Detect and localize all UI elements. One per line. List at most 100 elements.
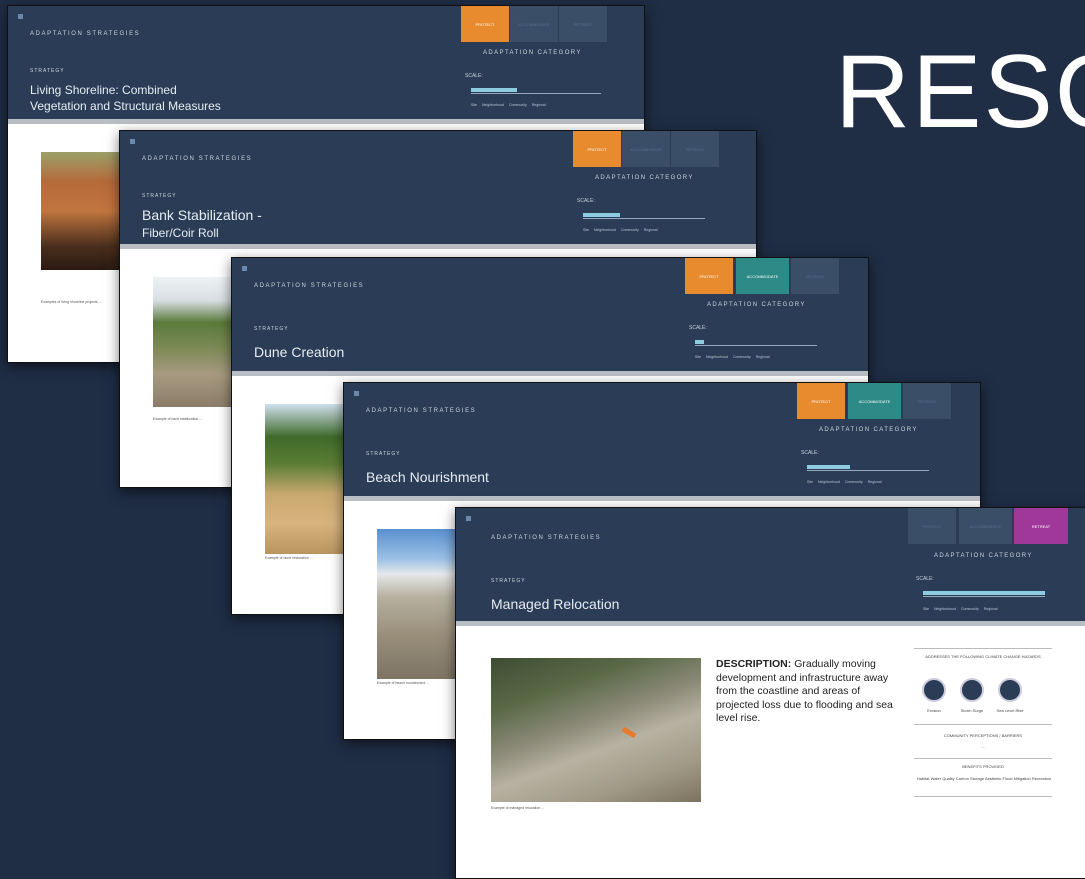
hazard-storm-surge-label: Storm Surge — [960, 708, 984, 713]
community-text: ... — [981, 744, 985, 749]
tab-retreat[interactable]: RETREAT — [903, 383, 951, 419]
tab-protect[interactable]: PROTECT — [797, 383, 845, 419]
strategy-name: Dune Creation — [254, 344, 345, 360]
tab-retreat[interactable]: RETREAT — [1014, 508, 1068, 544]
tab-accommodate[interactable]: ACCOMMODATE — [622, 131, 670, 167]
tab-accommodate[interactable]: ACCOMMODATE — [848, 383, 901, 419]
benefits-list: Habitat Water Quality Carbon Storage Aes… — [916, 776, 1052, 781]
scale-track — [807, 470, 929, 471]
tab-retreat[interactable]: RETREAT — [791, 258, 839, 294]
pin-icon — [130, 139, 135, 144]
strategy-name: Managed Relocation — [491, 596, 620, 612]
strip-label: ADAPTATION STRATEGIES — [254, 283, 365, 289]
strategy-name: Beach Nourishment — [366, 469, 489, 485]
strategy-label: STRATEGY — [142, 193, 177, 199]
scale-label: SCALE: — [916, 576, 934, 582]
addresses-heading: ADDRESSES THE FOLLOWING CLIMATE CHANGE H… — [925, 654, 1041, 659]
sea-level-rise-icon — [998, 678, 1022, 702]
category-label: ADAPTATION CATEGORY — [934, 553, 1033, 559]
scale-fill — [695, 340, 704, 344]
hazard-sea-level-rise-label: Sea Level Rise — [996, 708, 1024, 713]
card-header: ADAPTATION STRATEGIES STRATEGY Dune Crea… — [232, 258, 868, 371]
separator — [456, 621, 1085, 626]
separator — [120, 244, 756, 249]
strategy-name: Living Shoreline: Combined — [30, 83, 177, 97]
photo-caption: Example of bank stabilization ... — [153, 417, 203, 421]
category-label: ADAPTATION CATEGORY — [483, 50, 582, 56]
pin-icon — [466, 516, 471, 521]
hazard-erosion-label: Erosion — [927, 708, 941, 713]
scale-label: SCALE: — [577, 198, 595, 204]
photo-caption: Example of managed relocation ... — [491, 806, 545, 810]
strategy-name-line2: Fiber/Coir Roll — [142, 226, 219, 240]
community-heading: COMMUNITY PERCEPTIONS / BARRIERS — [943, 733, 1023, 738]
strategy-label: STRATEGY — [491, 578, 526, 584]
scale-ticks: Site Neighborhood Community Regional — [923, 607, 998, 611]
scale-track — [695, 345, 817, 346]
pin-icon — [242, 266, 247, 271]
scale-fill — [583, 213, 620, 217]
tab-accommodate[interactable]: ACCOMMODATE — [959, 508, 1012, 544]
tab-protect[interactable]: PROTECT — [908, 508, 956, 544]
tab-protect[interactable]: PROTECT — [685, 258, 733, 294]
tab-retreat[interactable]: RETREAT — [671, 131, 719, 167]
scale-label: SCALE: — [689, 325, 707, 331]
category-label: ADAPTATION CATEGORY — [819, 427, 918, 433]
card-header: ADAPTATION STRATEGIES STRATEGY Living Sh… — [8, 6, 644, 119]
card-header: ADAPTATION STRATEGIES STRATEGY Managed R… — [456, 508, 1085, 621]
arrow-marker — [621, 726, 637, 739]
photo-caption: Examples of living shoreline projects ..… — [41, 300, 102, 304]
scale-ticks: Site Neighborhood Community Regional — [471, 103, 546, 107]
scale-track — [583, 218, 705, 219]
tab-accommodate[interactable]: ACCOMMODATE — [736, 258, 789, 294]
scale-track — [923, 596, 1045, 597]
scale-fill — [923, 591, 1045, 595]
card-header: ADAPTATION STRATEGIES STRATEGY Beach Nou… — [344, 383, 980, 496]
category-label: ADAPTATION CATEGORY — [707, 302, 806, 308]
separator — [232, 371, 868, 376]
benefits-heading: BENEFITS PROVIDED — [962, 764, 1004, 769]
photo-caption: Example of dune restoration ... — [265, 556, 313, 560]
pin-icon — [18, 14, 23, 19]
tab-protect[interactable]: PROTECT — [461, 6, 509, 42]
category-label: ADAPTATION CATEGORY — [595, 175, 694, 181]
erosion-icon — [922, 678, 946, 702]
description-label: DESCRIPTION: — [716, 658, 792, 670]
panel-rule — [914, 724, 1052, 725]
scale-fill — [807, 465, 850, 469]
strategy-photo — [491, 658, 701, 802]
separator — [8, 119, 644, 124]
strip-label: ADAPTATION STRATEGIES — [30, 31, 141, 37]
strategy-label: STRATEGY — [366, 451, 401, 457]
pin-icon — [354, 391, 359, 396]
panel-rule — [914, 796, 1052, 797]
strategy-photo — [265, 404, 345, 554]
strip-label: ADAPTATION STRATEGIES — [366, 408, 477, 414]
separator — [344, 496, 980, 501]
description-block: DESCRIPTION: Gradually moving developmen… — [716, 658, 906, 726]
strip-label: ADAPTATION STRATEGIES — [491, 535, 602, 541]
strip-label: ADAPTATION STRATEGIES — [142, 156, 253, 162]
scale-ticks: Site Neighborhood Community Regional — [583, 228, 658, 232]
strategy-label: STRATEGY — [30, 68, 65, 74]
tab-protect[interactable]: PROTECT — [573, 131, 621, 167]
scale-label: SCALE: — [801, 450, 819, 456]
scale-ticks: Site Neighborhood Community Regional — [695, 355, 770, 359]
tab-retreat[interactable]: RETREAT — [559, 6, 607, 42]
strategy-card-managed-relocation[interactable]: ADAPTATION STRATEGIES STRATEGY Managed R… — [455, 507, 1085, 879]
panel-rule — [914, 758, 1052, 759]
strategy-photo — [41, 152, 119, 270]
strategy-name-line2: Vegetation and Structural Measures — [30, 99, 221, 113]
card-header: ADAPTATION STRATEGIES STRATEGY Bank Stab… — [120, 131, 756, 244]
tab-accommodate[interactable]: ACCOMMODATE — [510, 6, 558, 42]
background-title: RESO — [835, 34, 1085, 150]
scale-ticks: Site Neighborhood Community Regional — [807, 480, 882, 484]
storm-surge-icon — [960, 678, 984, 702]
strategy-photo — [153, 277, 233, 407]
panel-rule — [914, 648, 1052, 649]
scale-track — [471, 93, 601, 94]
scale-label: SCALE: — [465, 73, 483, 79]
strategy-name: Bank Stabilization - — [142, 207, 262, 223]
strategy-label: STRATEGY — [254, 326, 289, 332]
scale-fill — [471, 88, 517, 92]
